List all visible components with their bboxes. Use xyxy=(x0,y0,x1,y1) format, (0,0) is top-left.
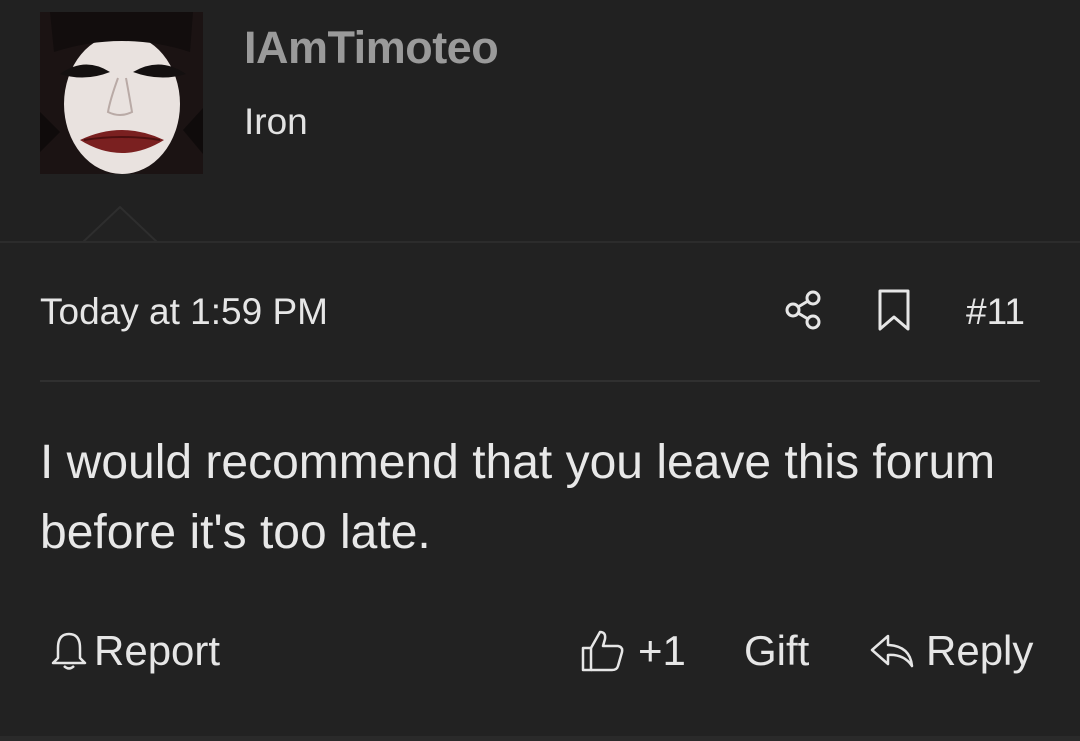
speech-pointer xyxy=(83,206,157,243)
user-rank: Iron xyxy=(244,101,308,142)
thumbs-up-icon xyxy=(581,630,624,672)
gift-button[interactable]: Gift xyxy=(744,626,809,676)
bookmark-icon[interactable] xyxy=(874,289,914,331)
post-number[interactable]: #11 xyxy=(966,291,1025,333)
post-message: I would recommend that you leave this fo… xyxy=(40,436,996,559)
post-timestamp[interactable]: Today at 1:59 PM xyxy=(40,291,328,333)
avatar-image xyxy=(40,12,203,174)
like-count: +1 xyxy=(638,627,686,674)
reply-arrow-icon xyxy=(870,634,914,668)
gift-label: Gift xyxy=(744,627,810,674)
report-label: Report xyxy=(94,627,221,674)
username[interactable]: IAmTimoteo xyxy=(244,22,499,74)
post-divider xyxy=(40,380,1040,382)
like-button[interactable]: +1 xyxy=(580,626,686,676)
report-button[interactable]: Report xyxy=(50,626,220,676)
reply-button[interactable]: Reply xyxy=(868,626,1033,676)
reply-label: Reply xyxy=(926,627,1034,674)
share-icon[interactable] xyxy=(782,288,826,332)
bell-icon xyxy=(51,632,87,670)
bottom-divider xyxy=(0,736,1080,741)
avatar[interactable] xyxy=(40,12,203,174)
post-header: IAmTimoteo Iron xyxy=(0,0,1080,242)
